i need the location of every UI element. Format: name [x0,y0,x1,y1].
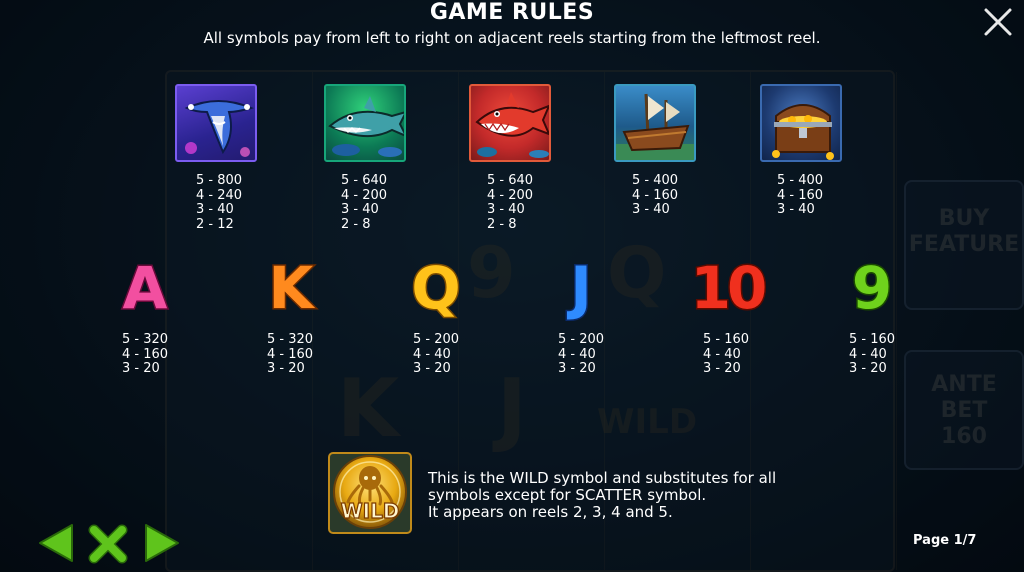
pay-value: 3 - 40 [777,202,815,218]
symbol-9: 9 [850,254,893,322]
pay-value: 2 - 8 [341,216,371,232]
wild-line: This is the WILD symbol and substitutes … [428,469,777,487]
page-title: GAME RULES [429,0,595,25]
symbol-k: K [267,254,315,322]
pays-chest: 5 - 400 4 - 160 3 - 40 [777,173,824,218]
pay-value: 3 - 40 [196,202,234,218]
wild-line: It appears on reels 2, 3, 4 and 5. [428,503,673,521]
pay-value: 3 - 40 [487,202,525,218]
pay-value: 2 - 12 [196,216,234,232]
symbol-10: 10 [689,254,769,322]
pays-q: 5 - 200 4 - 40 3 - 20 [413,332,460,377]
wild-symbol-icon: WILD [328,452,412,534]
pay-value: 5 - 320 [267,332,314,347]
pay-value: 4 - 160 [632,187,679,203]
pays-a: 5 - 320 4 - 160 3 - 20 [122,332,169,377]
pay-value: 3 - 20 [122,361,160,377]
pay-value: 3 - 20 [267,361,305,377]
rules-subtitle: All symbols pay from left to right on ad… [203,29,821,47]
pay-value: 5 - 160 [703,332,750,347]
pay-value: 3 - 20 [703,361,741,377]
pays-red-shark: 5 - 640 4 - 200 3 - 40 2 - 8 [487,173,534,232]
treasure-chest-icon [760,84,842,162]
red-shark-icon [469,84,551,162]
wild-line: symbols except for SCATTER symbol. [428,486,707,504]
symbol-q: Q [410,254,462,322]
pay-value: 5 - 640 [487,173,534,188]
pay-value: 4 - 200 [341,187,388,203]
pays-k: 5 - 320 4 - 160 3 - 20 [267,332,314,377]
pay-value: 3 - 20 [849,361,887,377]
wild-description: This is the WILD symbol and substitutes … [428,470,776,521]
pays-green-shark: 5 - 640 4 - 200 3 - 40 2 - 8 [341,173,388,232]
pay-value: 3 - 40 [341,202,379,218]
pay-value: 5 - 200 [558,332,605,347]
pays-j: 5 - 200 4 - 40 3 - 20 [558,332,605,377]
close-rules-button[interactable] [88,524,128,564]
pay-value: 5 - 200 [413,332,460,347]
pay-value: 4 - 40 [558,346,596,362]
prev-page-button[interactable] [36,522,76,564]
pay-value: 5 - 400 [632,173,679,188]
page-indicator: Page 1/7 [913,533,977,548]
wild-symbol-label: WILD [341,499,400,523]
pay-value: 3 - 40 [632,202,670,218]
pay-value: 4 - 200 [487,187,534,203]
sunken-ship-icon [614,84,696,162]
pay-value: 4 - 240 [196,187,243,203]
symbol-a: A [121,254,169,322]
pay-value: 4 - 160 [122,346,169,362]
pay-value: 3 - 20 [558,361,596,377]
pay-value: 2 - 8 [487,216,517,232]
x-close-icon [88,524,128,564]
green-shark-icon [324,84,406,162]
pay-value: 3 - 20 [413,361,451,377]
close-icon [984,8,1012,36]
pay-value: 5 - 160 [849,332,896,347]
pay-value: 5 - 320 [122,332,169,347]
arrow-right-icon [145,524,179,562]
pays-hammerhead: 5 - 800 4 - 240 3 - 40 2 - 12 [196,173,243,232]
pay-value: 5 - 800 [196,173,243,188]
pay-value: 5 - 400 [777,173,824,188]
pay-value: 4 - 160 [267,346,314,362]
next-page-button[interactable] [142,522,182,564]
pay-value: 4 - 40 [703,346,741,362]
pay-value: 4 - 160 [777,187,824,203]
pay-value: 4 - 40 [413,346,451,362]
pay-value: 5 - 640 [341,173,388,188]
pays-ship: 5 - 400 4 - 160 3 - 40 [632,173,679,218]
symbol-j: J [569,254,594,322]
hammerhead-shark-icon [175,84,257,162]
pays-10: 5 - 160 4 - 40 3 - 20 [703,332,750,377]
pay-value: 4 - 40 [849,346,887,362]
arrow-left-icon [39,524,73,562]
close-button[interactable] [980,4,1016,40]
pays-9: 5 - 160 4 - 40 3 - 20 [849,332,896,377]
